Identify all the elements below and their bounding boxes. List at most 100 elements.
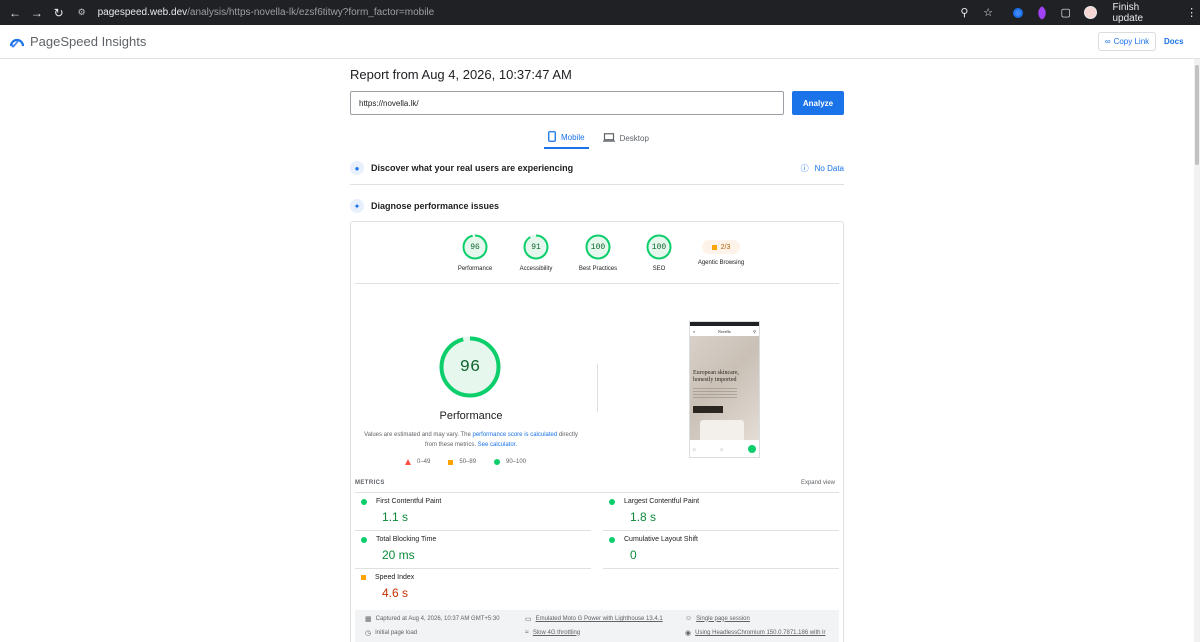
browser-text: Using HeadlessChromium 150.0.7871.186 wi…	[695, 630, 826, 636]
metric-tbt: Total Blocking Time 20 ms	[361, 536, 597, 562]
average-square-icon	[711, 244, 717, 250]
average-square-icon	[361, 575, 366, 580]
metric-si-name: Speed Index	[375, 574, 415, 581]
metric-tbt-name: Total Blocking Time	[376, 536, 437, 543]
phone-cart-icon: □	[720, 446, 723, 452]
phone-hero-subtext	[693, 388, 737, 400]
url-host: pagespeed.web.dev	[97, 7, 188, 18]
gauge-performance[interactable]: 96 Performance	[440, 234, 510, 272]
tab-mobile[interactable]: Mobile	[544, 127, 589, 149]
site-info-icon[interactable]: ⚙	[78, 7, 92, 18]
gauge-seo[interactable]: 100 SEO	[624, 234, 694, 272]
metric-tbt-value: 20 ms	[382, 548, 415, 562]
bookmark-star-icon[interactable]: ☆	[976, 3, 1000, 23]
copy-link-label: Copy Link	[1113, 37, 1150, 46]
scrollbar-thumb[interactable]	[1195, 65, 1199, 165]
analyze-button[interactable]: Analyze	[792, 91, 844, 115]
info-icon: ⓘ	[800, 163, 809, 173]
gauge-agentic-score: 2/3	[720, 243, 731, 251]
score-calculated-link[interactable]: performance score is calculated	[473, 432, 558, 438]
gauge-performance-label: Performance	[457, 266, 493, 272]
pass-circle-icon	[494, 459, 501, 465]
session-text: Single page session	[696, 615, 750, 622]
phone-hero-button	[693, 406, 723, 413]
legend-pass: 90–100	[506, 459, 527, 465]
pagespeed-logo-icon[interactable]	[10, 36, 24, 48]
pass-circle-icon	[361, 536, 367, 543]
docs-link[interactable]: Docs	[1164, 37, 1184, 46]
gauge-accessibility-label: Accessibility	[519, 266, 553, 272]
tab-desktop-label: Desktop	[619, 133, 649, 143]
extension-blue-icon[interactable]	[1006, 3, 1030, 23]
mobile-icon	[548, 130, 556, 144]
address-bar[interactable]: ⚙ pagespeed.web.dev /analysis/https-nove…	[78, 3, 953, 22]
phone-hero-title: European skincare, honestly imported	[693, 370, 739, 384]
browser-info[interactable]: ◉ Using HeadlessChromium 150.0.7871.186 w…	[685, 629, 826, 637]
page-scrollbar[interactable]	[1194, 59, 1200, 642]
tab-mobile-label: Mobile	[561, 132, 585, 142]
app-header: PageSpeed Insights ∞ Copy Link Docs	[0, 25, 1200, 59]
device-icon: ▭	[525, 616, 532, 623]
gauge-best-practices-label: Best Practices	[578, 266, 618, 272]
people-icon: ☺	[685, 615, 693, 622]
reload-icon[interactable]: ↻	[48, 3, 70, 23]
link-icon: ∞	[1104, 37, 1111, 46]
gauge-best-practices-score: 100	[590, 242, 606, 252]
url-input[interactable]	[350, 91, 784, 115]
session-info[interactable]: ☺ Single page session	[685, 615, 750, 622]
form-factor-tabs: Mobile Desktop	[544, 127, 653, 149]
back-icon[interactable]: ←	[4, 3, 26, 23]
initial-load-info: ◷ Initial page load	[365, 629, 417, 637]
finish-update-button[interactable]: Finish update	[1105, 2, 1181, 24]
metric-lcp-name: Largest Contentful Paint	[624, 498, 700, 505]
no-data-label: No Data	[814, 163, 844, 173]
device-info[interactable]: ▭ Emulated Moto G Power with Lighthouse 1…	[525, 615, 663, 623]
gauge-accessibility-score: 91	[531, 242, 541, 252]
captured-info: ▦ Captured at Aug 4, 2026, 10:37 AM GMT+5…	[365, 615, 500, 623]
desktop-icon	[602, 132, 615, 144]
no-data-link[interactable]: ⓘ No Data	[801, 163, 844, 174]
run-info: ▦ Captured at Aug 4, 2026, 10:37 AM GMT+5…	[355, 610, 839, 642]
throttling-text: Slow 4G throttling	[532, 629, 581, 636]
browser-menu-icon[interactable]: ⋮	[1186, 6, 1200, 19]
browser-toolbar: ← → ↻ ⚙ pagespeed.web.dev /analysis/http…	[0, 0, 1200, 25]
diagnose-section: ✦ Diagnose performance issues	[350, 199, 844, 213]
wifi-icon: ≈	[525, 629, 529, 636]
score-legend: 0–49 50–89 90–100	[405, 459, 526, 465]
performance-big-score: 96	[459, 357, 481, 377]
profile-avatar[interactable]	[1083, 6, 1097, 19]
metric-row-divider	[603, 530, 839, 531]
gauge-performance-score: 96	[470, 242, 480, 252]
tab-desktop[interactable]: Desktop	[599, 127, 653, 149]
metric-cls: Cumulative Layout Shift 0	[609, 536, 845, 562]
performance-title: Performance	[439, 410, 503, 422]
extensions-puzzle-icon[interactable]: ▢	[1054, 3, 1078, 23]
gauge-best-practices[interactable]: 100 Best Practices	[563, 234, 633, 272]
calendar-icon: ▦	[365, 616, 372, 623]
app-title[interactable]: PageSpeed Insights	[30, 34, 146, 49]
url-path: /analysis/https-novella-lk/ezsf6titwy?fo…	[187, 7, 435, 18]
metric-fcp-value: 1.1 s	[382, 510, 409, 524]
metric-lcp: Largest Contentful Paint 1.8 s	[609, 498, 845, 524]
category-gauges: 96 Performance 91 Accessibility 100 Best…	[351, 222, 845, 284]
field-data-heading: Discover what your real users are experi…	[371, 163, 574, 173]
expand-view-toggle[interactable]: Expand view	[801, 480, 835, 486]
performance-big-gauge: 96	[439, 336, 501, 398]
extension-purple-icon[interactable]	[1030, 3, 1054, 23]
phone-search-icon: ⚲	[753, 328, 756, 334]
forward-icon[interactable]: →	[26, 3, 48, 23]
lighthouse-icon: ✦	[350, 199, 364, 213]
average-square-icon	[448, 459, 454, 465]
see-calculator-link[interactable]: See calculator.	[478, 442, 517, 448]
initial-load-text: Initial page load	[375, 630, 418, 636]
gauge-accessibility[interactable]: 91 Accessibility	[501, 234, 571, 272]
field-data-section: ● Discover what your real users are expe…	[350, 161, 844, 175]
phone-hero-image	[700, 420, 744, 440]
captured-text: Captured at Aug 4, 2026, 10:37 AM GMT+5:…	[375, 616, 500, 622]
gauge-agentic-browsing[interactable]: 2/3 Agentic Browsing	[686, 234, 756, 266]
zoom-icon[interactable]: ⚲	[952, 3, 976, 23]
throttling-info[interactable]: ≈ Slow 4G throttling	[525, 629, 580, 636]
note-text-1: Values are estimated and may vary. The	[364, 432, 473, 438]
fail-triangle-icon	[405, 459, 411, 465]
copy-link-button[interactable]: ∞ Copy Link	[1098, 32, 1156, 51]
